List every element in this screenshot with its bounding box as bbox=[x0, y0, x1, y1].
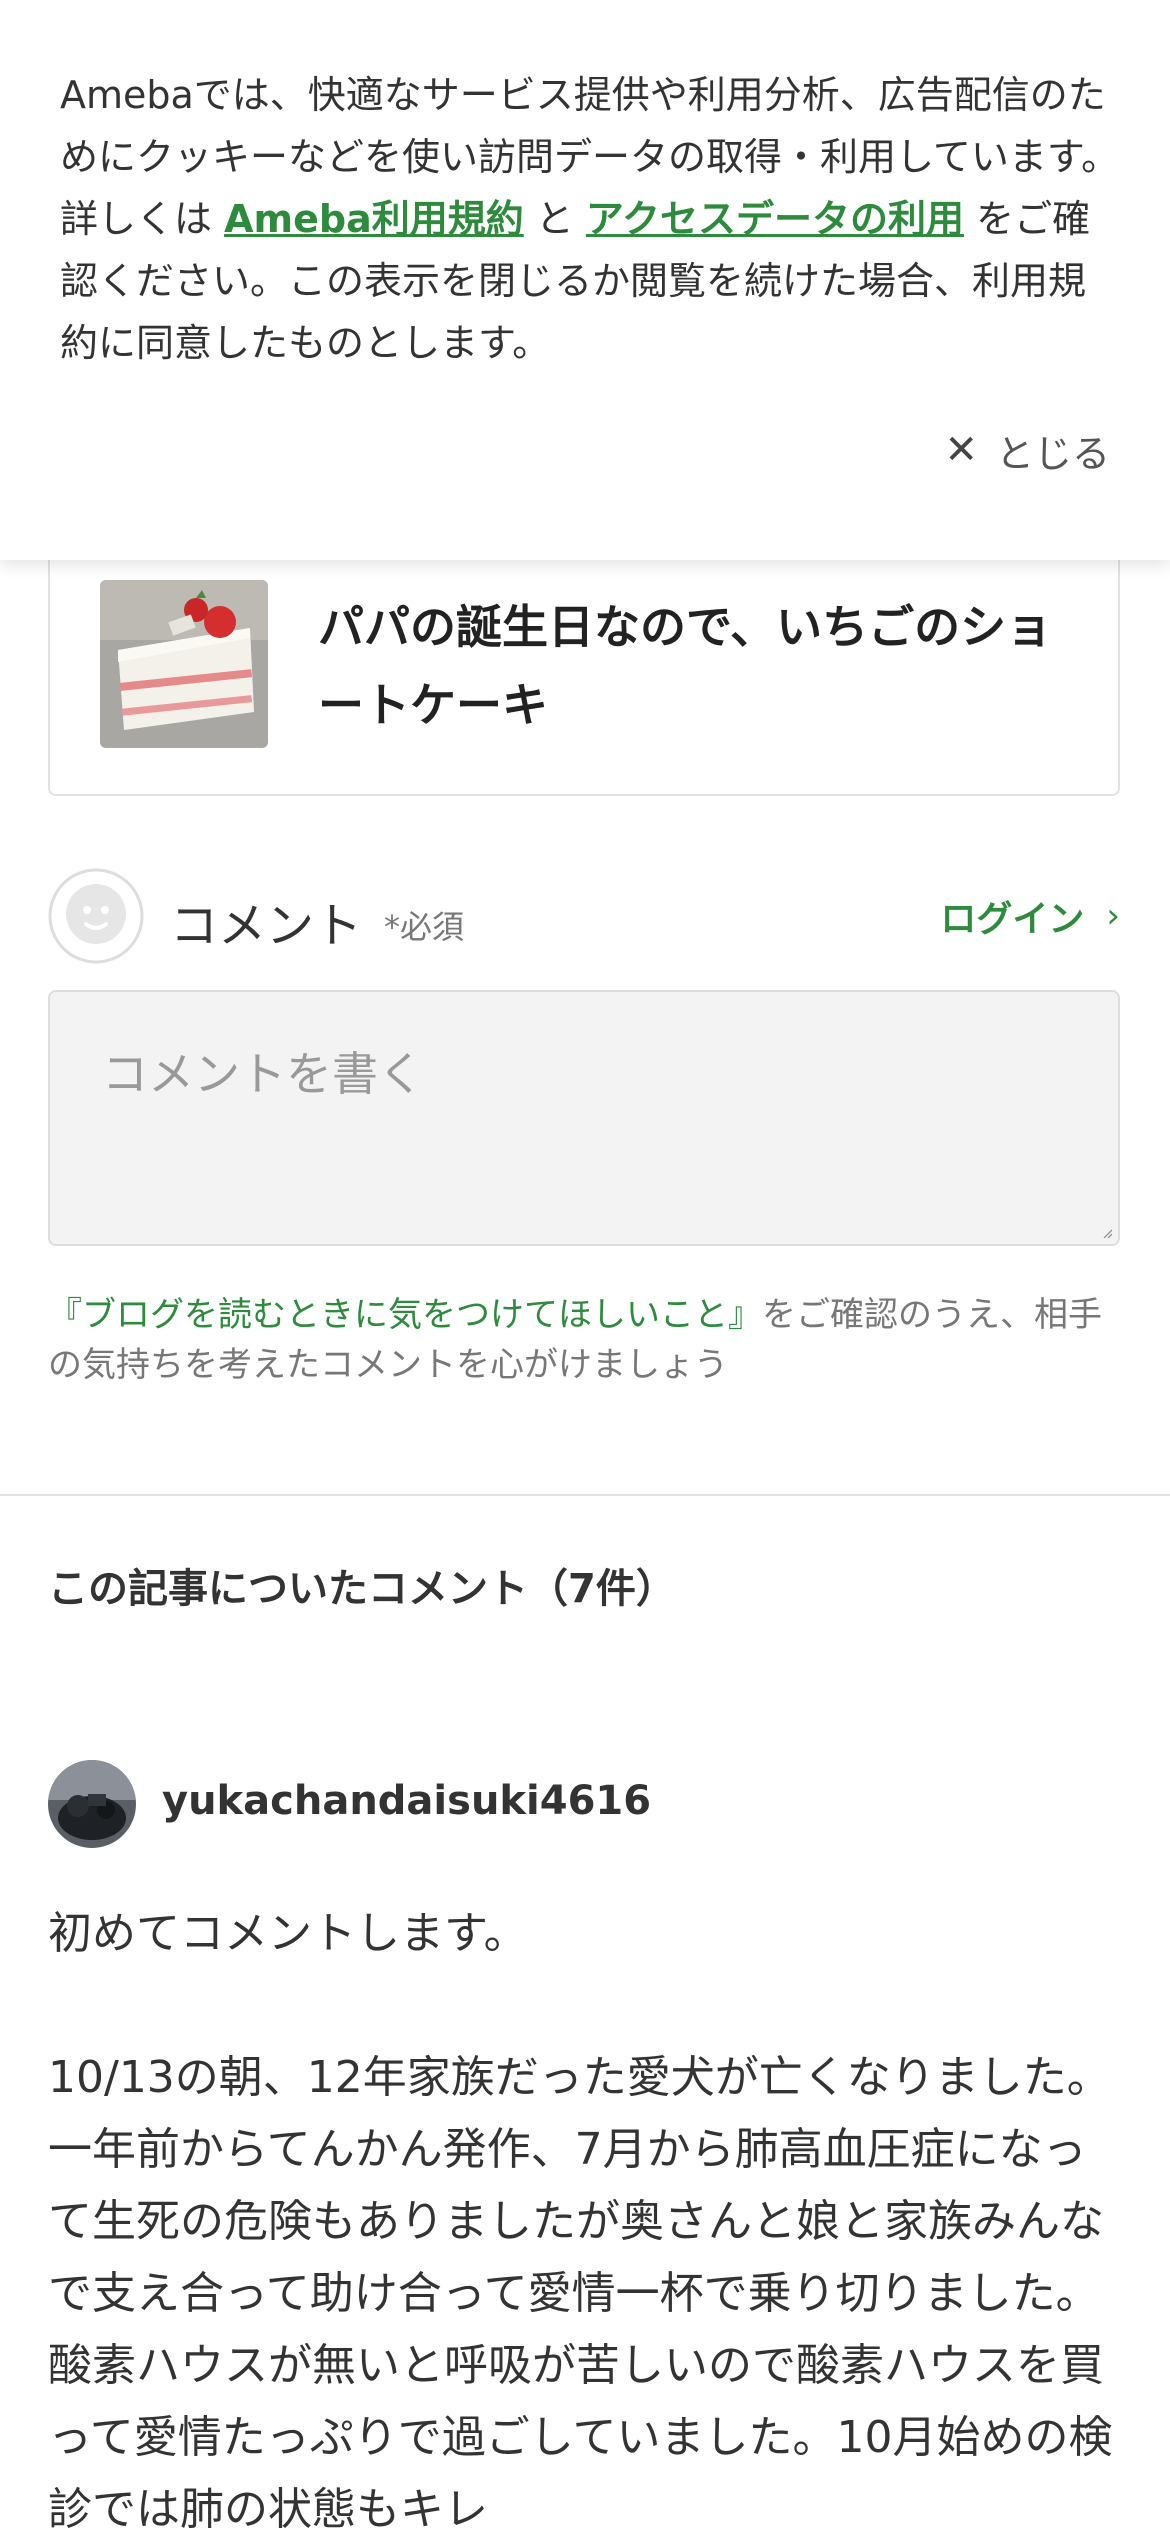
article-card[interactable]: パパの誕生日なので、いちごのショートケーキ bbox=[48, 520, 1120, 796]
article-thumbnail bbox=[100, 580, 268, 748]
article-title: パパの誕生日なので、いちごのショートケーキ bbox=[318, 600, 1053, 732]
comment-text: 10/13の朝、12年家族だった愛犬が亡くなりました。一年前からてんかん発作、7… bbox=[48, 2052, 1113, 2535]
cookie-notice-text: Amebaでは、快適なサービス提供や利用分析、広告配信のためにクッキーなどを使い… bbox=[60, 64, 1120, 374]
comment-label: コメント bbox=[170, 898, 363, 954]
cake-photo-icon bbox=[100, 580, 268, 748]
guideline-link[interactable]: 『ブログを読むときに気をつけてほしいこと』 bbox=[48, 1295, 762, 1335]
resize-handle-icon[interactable] bbox=[1102, 1228, 1112, 1238]
close-banner-button[interactable]: ✕ とじる bbox=[944, 420, 1110, 480]
ameba-terms-link[interactable]: Ameba利用規約 bbox=[224, 197, 524, 241]
access-data-link[interactable]: アクセスデータの利用 bbox=[586, 197, 964, 241]
comment-guideline: 『ブログを読むときに気をつけてほしいこと』をご確認のうえ、相手の気持ちを考えたコ… bbox=[48, 1290, 1128, 1390]
comments-heading: この記事についたコメント（7件） bbox=[48, 1566, 676, 1612]
commenter-username[interactable]: yukachandaisuki4616 bbox=[162, 1778, 651, 1824]
cookie-text-part: と bbox=[523, 197, 586, 241]
comment-input[interactable]: コメントを書く bbox=[48, 990, 1120, 1246]
section-divider bbox=[0, 1494, 1170, 1496]
avatar[interactable] bbox=[48, 1760, 136, 1848]
close-icon: ✕ bbox=[944, 427, 978, 473]
comment-body: 初めてコメントします。 10/13の朝、12年家族だった愛犬が亡くなりました。一… bbox=[48, 1898, 1128, 2546]
chevron-right-icon: › bbox=[1106, 896, 1120, 936]
login-label: ログイン bbox=[940, 899, 1085, 940]
close-label: とじる bbox=[995, 431, 1110, 476]
comment-form-header: コメント *必須 ログイン › bbox=[48, 868, 1120, 964]
login-link[interactable]: ログイン › bbox=[940, 890, 1120, 942]
comment-placeholder: コメントを書く bbox=[102, 1047, 424, 1101]
required-label: *必須 bbox=[384, 908, 465, 946]
comment-text: 初めてコメントします。 bbox=[48, 1908, 528, 1959]
cookie-banner: Amebaでは、快適なサービス提供や利用分析、広告配信のためにクッキーなどを使い… bbox=[0, 0, 1170, 560]
default-avatar-icon bbox=[48, 868, 144, 964]
